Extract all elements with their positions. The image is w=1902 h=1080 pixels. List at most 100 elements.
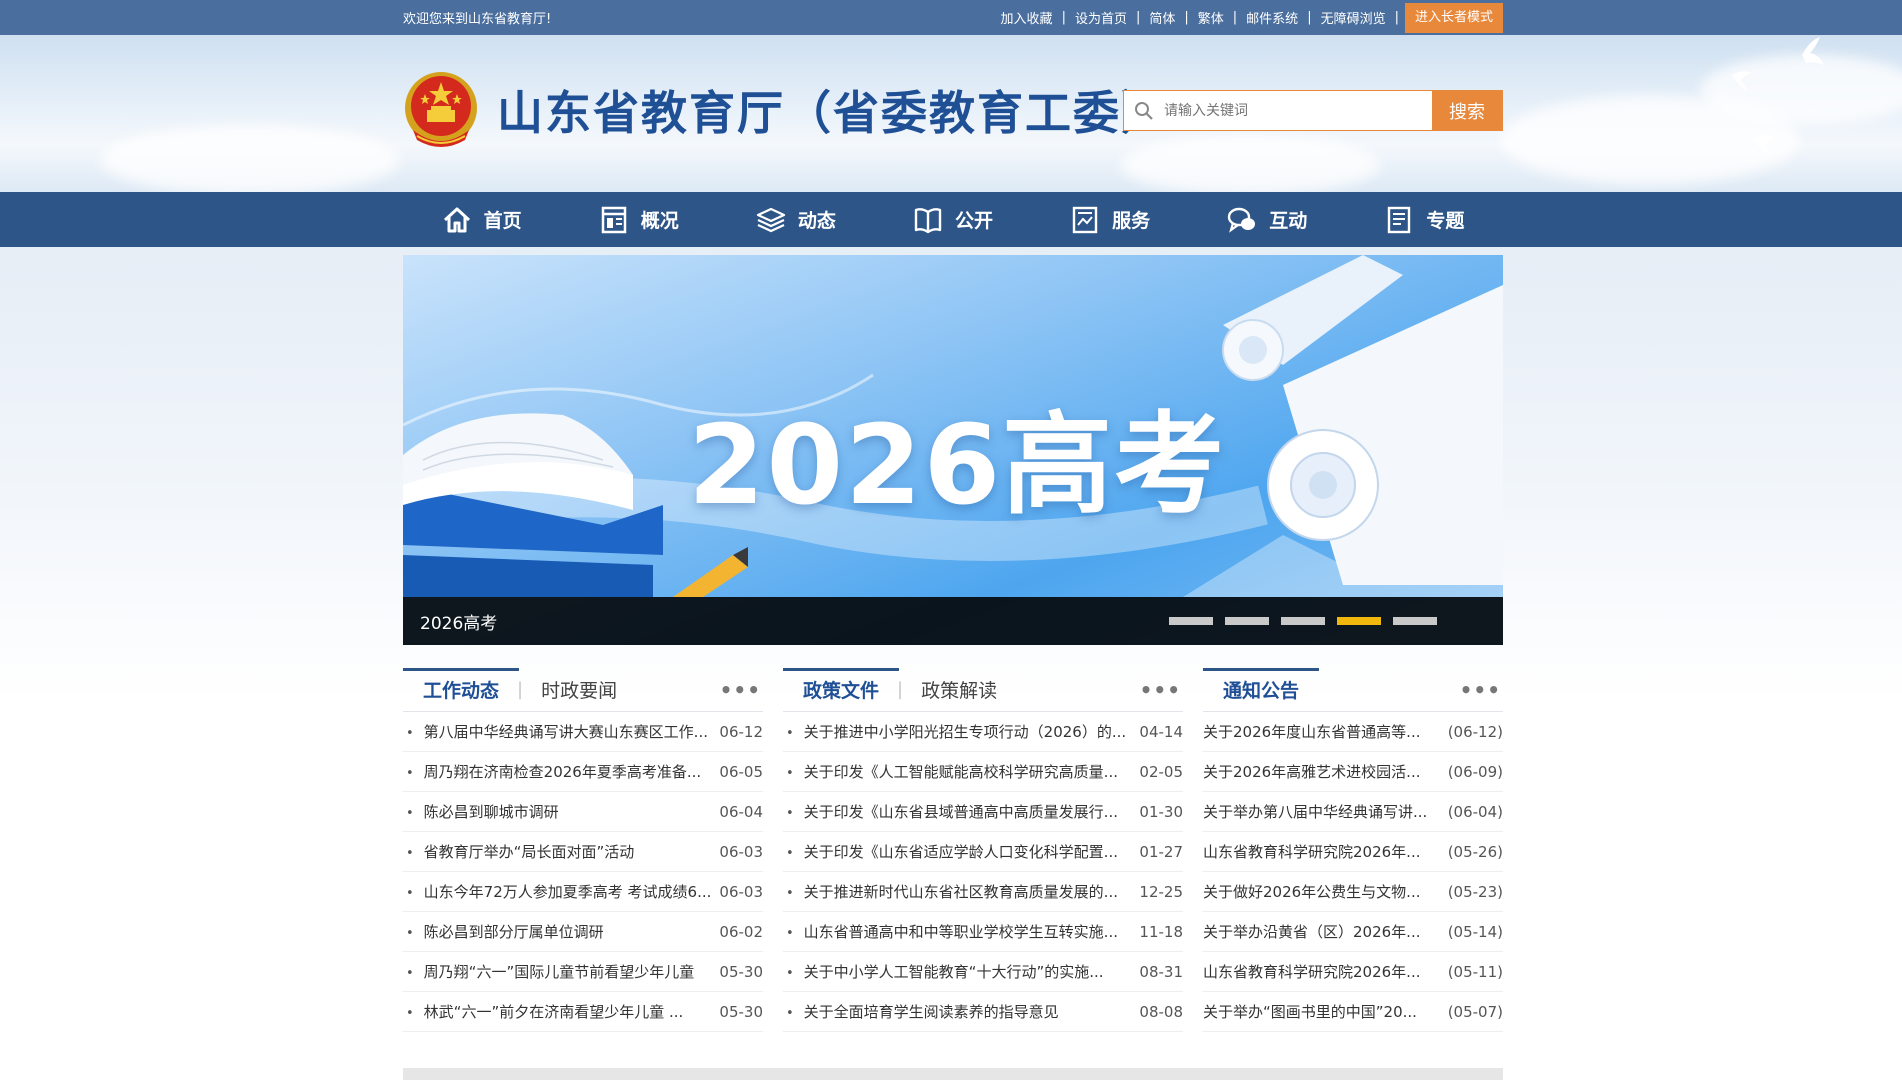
cloud-decoration [1120,135,1380,192]
list-item[interactable]: 省教育厅举办“局长面对面”活动 06-03 [403,832,763,872]
list-item[interactable]: 关于举办第八届中华经典诵写讲... (06-04) [1203,792,1503,832]
simplified-chinese-link[interactable]: 简体 [1140,8,1184,27]
more-button[interactable]: ••• [1140,678,1181,702]
item-date: 05-30 [719,1002,763,1021]
nav-item-interact[interactable]: 互动 [1227,205,1307,235]
work-news-column: 工作动态 | 时政要闻 ••• 第八届中华经典诵写讲大赛山东赛区工作... 06-… [403,668,763,1038]
nav-label: 公开 [954,210,993,232]
item-date: (05-07) [1447,1002,1503,1021]
column-header: 政策文件 | 政策解读 ••• [783,668,1183,712]
more-button[interactable]: ••• [1460,678,1501,702]
carousel-dots [1169,617,1437,625]
list-item[interactable]: 关于全面培育学生阅读素养的指导意见 08-08 [783,992,1183,1032]
list-item[interactable]: 关于举办沿黄省（区）2026年... (05-14) [1203,912,1503,952]
accessibility-link[interactable]: 无障碍浏览 [1312,8,1395,27]
carousel-dot-3[interactable] [1281,617,1325,625]
more-button[interactable]: ••• [720,678,761,702]
item-title: 关于中小学人工智能教育“十大行动”的实施... [783,961,1104,982]
carousel-dot-5[interactable] [1393,617,1437,625]
search-button[interactable]: 搜索 [1432,91,1502,130]
site-title: 山东省教育厅（省委教育工委） [497,86,1169,140]
carousel-dot-2[interactable] [1225,617,1269,625]
item-title: 关于推进新时代山东省社区教育高质量发展的... [783,881,1118,902]
service-doc-icon [1072,206,1098,233]
item-date: 05-30 [719,962,763,981]
list-item[interactable]: 山东省普通高中和中等职业学校学生互转实施... 11-18 [783,912,1183,952]
item-title: 关于举办第八届中华经典诵写讲... [1203,803,1428,821]
banner-carousel[interactable]: 2026高考 2026高考 [403,255,1503,645]
active-tab-bar [1203,668,1319,671]
elder-mode-button[interactable]: 进入长者模式 [1404,2,1503,33]
tab-separator: | [517,679,524,700]
tab-notices[interactable]: 通知公告 [1223,676,1299,703]
tab-current-affairs[interactable]: 时政要闻 [541,676,617,703]
nav-item-public[interactable]: 公开 [913,205,993,235]
nav-label: 服务 [1112,210,1151,232]
carousel-dot-1[interactable] [1169,617,1213,625]
list-item[interactable]: 山东今年72万人参加夏季高考 考试成绩6... 06-03 [403,872,763,912]
item-title: 关于2026年高雅艺术进校园活... [1203,763,1421,781]
list-item[interactable]: 关于做好2026年公费生与文物... (05-23) [1203,872,1503,912]
nav-item-service[interactable]: 服务 [1070,205,1150,235]
list-item[interactable]: 陈必昌到聊城市调研 06-04 [403,792,763,832]
banner-caption: 2026高考 [420,613,498,634]
item-date: 08-31 [1139,962,1183,981]
list-item[interactable]: 关于举办“图画书里的中国”20... (05-07) [1203,992,1503,1032]
list-item[interactable]: 周乃翔在济南检查2026年夏季高考准备... 06-05 [403,752,763,792]
mail-system-link[interactable]: 邮件系统 [1237,8,1307,27]
carousel-dot-4[interactable] [1337,617,1381,625]
nav-label: 动态 [797,210,836,232]
work-news-list: 第八届中华经典诵写讲大赛山东赛区工作... 06-12 周乃翔在济南检查2026年… [403,712,763,1032]
item-date: (06-04) [1447,802,1503,821]
list-item[interactable]: 关于印发《人工智能赋能高校科学研究高质量... 02-05 [783,752,1183,792]
notice-list: 关于2026年度山东省普通高等... (06-12) 关于2026年高雅艺术进校园… [1203,712,1503,1032]
column-header: 通知公告 ••• [1203,668,1503,712]
welcome-text: 欢迎您来到山东省教育厅! [403,12,552,27]
item-title: 山东省教育科学研究院2026年... [1203,963,1421,981]
nav-item-home[interactable]: 首页 [442,205,522,235]
list-item[interactable]: 周乃翔“六一”国际儿童节前看望少年儿童 05-30 [403,952,763,992]
list-item[interactable]: 林武“六一”前夕在济南看望少年儿童 ... 05-30 [403,992,763,1032]
list-item[interactable]: 山东省教育科学研究院2026年... (05-26) [1203,832,1503,872]
set-homepage-link[interactable]: 设为首页 [1066,8,1136,27]
tab-policy-interpretation[interactable]: 政策解读 [921,676,997,703]
item-date: (06-12) [1447,722,1503,741]
add-favorite-link[interactable]: 加入收藏 [992,8,1062,27]
search-icon [1124,91,1164,130]
nav-label: 互动 [1269,210,1308,232]
nav-item-topic[interactable]: 专题 [1384,205,1464,235]
news-stack-icon [756,207,785,232]
overview-icon [601,206,626,233]
item-date: 02-05 [1139,762,1183,781]
list-item[interactable]: 第八届中华经典诵写讲大赛山东赛区工作... 06-12 [403,712,763,752]
list-item[interactable]: 陈必昌到部分厅属单位调研 06-02 [403,912,763,952]
list-item[interactable]: 关于推进中小学阳光招生专项行动（2026）的... 04-14 [783,712,1183,752]
item-date: 11-18 [1139,922,1183,941]
list-item[interactable]: 关于2026年高雅艺术进校园活... (06-09) [1203,752,1503,792]
item-title: 周乃翔在济南检查2026年夏季高考准备... [403,761,701,782]
top-bar-inner: 欢迎您来到山东省教育厅! 加入收藏 | 设为首页 | 简体 | 繁体 | 邮件系… [403,0,1503,35]
item-date: 04-14 [1139,722,1183,741]
doves-icon [1732,37,1824,156]
tab-separator: | [897,679,904,700]
active-tab-bar [403,668,519,671]
nav-label: 专题 [1426,210,1465,232]
top-bar: 欢迎您来到山东省教育厅! 加入收藏 | 设为首页 | 简体 | 繁体 | 邮件系… [0,0,1902,35]
nav-item-overview[interactable]: 概况 [599,205,679,235]
tab-policy-documents[interactable]: 政策文件 [803,676,879,703]
item-title: 关于举办沿黄省（区）2026年... [1203,923,1421,941]
nav-item-news[interactable]: 动态 [756,205,836,235]
tab-work-news[interactable]: 工作动态 [423,676,499,703]
search-box: 搜索 [1123,90,1503,131]
site-header: 山东省教育厅（省委教育工委） 搜索 [0,35,1902,192]
nav-label: 概况 [640,210,679,232]
traditional-chinese-link[interactable]: 繁体 [1189,8,1233,27]
list-item[interactable]: 关于中小学人工智能教育“十大行动”的实施... 08-31 [783,952,1183,992]
list-item[interactable]: 关于2026年度山东省普通高等... (06-12) [1203,712,1503,752]
list-item[interactable]: 山东省教育科学研究院2026年... (05-11) [1203,952,1503,992]
list-item[interactable]: 关于推进新时代山东省社区教育高质量发展的... 12-25 [783,872,1183,912]
list-item[interactable]: 关于印发《山东省适应学龄人口变化科学配置... 01-27 [783,832,1183,872]
item-title: 第八届中华经典诵写讲大赛山东赛区工作... [403,721,708,742]
search-input[interactable] [1164,91,1432,130]
list-item[interactable]: 关于印发《山东省县域普通高中高质量发展行... 01-30 [783,792,1183,832]
